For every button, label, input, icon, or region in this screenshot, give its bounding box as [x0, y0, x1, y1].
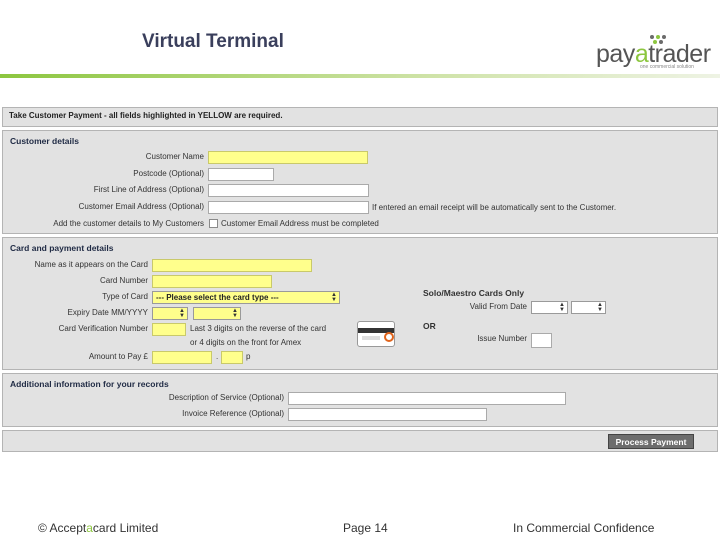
customer-name-label: Customer Name [145, 152, 204, 161]
customer-name-input[interactable] [208, 151, 368, 164]
postcode-input[interactable] [208, 168, 274, 181]
address-input[interactable] [208, 184, 369, 197]
amount-label: Amount to Pay £ [88, 352, 148, 361]
dropdown-arrows-icon: ▲ ▼ [179, 308, 185, 319]
email-input[interactable] [208, 201, 369, 214]
amount-pence-label: p [246, 352, 251, 361]
solo-maestro-title: Solo/Maestro Cards Only [423, 288, 525, 298]
or-label: OR [423, 321, 436, 331]
add-to-customers-note: Customer Email Address must be completed [221, 219, 379, 228]
valid-from-month-select[interactable]: ▲ ▼ [531, 301, 568, 314]
form-header-bar: Take Customer Payment - all fields highl… [2, 107, 718, 127]
footer-copyright: © Acceptacard Limited [38, 521, 159, 535]
card-number-input[interactable] [152, 275, 272, 288]
dropdown-arrows-icon: ▲ ▼ [597, 302, 603, 313]
valid-from-year-select[interactable]: ▲ ▼ [571, 301, 606, 314]
issue-number-label: Issue Number [477, 334, 527, 343]
additional-info-title: Additional information for your records [10, 379, 169, 389]
dropdown-arrows-icon: ▲ ▼ [559, 302, 565, 313]
expiry-label: Expiry Date MM/YYYY [67, 308, 148, 317]
amount-separator: . [216, 352, 219, 361]
footer-page-number: Page 14 [343, 521, 388, 535]
slide-title: Virtual Terminal [142, 31, 284, 52]
card-name-input[interactable] [152, 259, 312, 272]
payatrader-logo: payatrader one commercial solution [596, 34, 711, 72]
valid-from-label: Valid From Date [469, 302, 527, 311]
amount-pence-input[interactable] [221, 351, 243, 364]
dropdown-arrows-icon: ▲ ▼ [331, 292, 337, 303]
green-divider [0, 74, 720, 78]
cvn-hint-1: Last 3 digits on the reverse of the card [190, 324, 327, 333]
dropdown-arrows-icon: ▲ ▼ [232, 308, 238, 319]
amount-pounds-input[interactable] [152, 351, 212, 364]
card-cvv-icon [357, 321, 395, 347]
add-to-customers-label: Add the customer details to My Customers [53, 219, 204, 228]
form-instructions: Take Customer Payment - all fields highl… [9, 111, 283, 120]
expiry-year-select[interactable]: ▲ ▼ [193, 307, 241, 320]
card-type-label: Type of Card [102, 292, 148, 301]
card-number-label: Card Number [99, 276, 148, 285]
card-details-title: Card and payment details [10, 243, 114, 253]
invoice-label: Invoice Reference (Optional) [182, 409, 284, 418]
address-label: First Line of Address (Optional) [93, 185, 204, 194]
issue-number-input[interactable] [531, 333, 552, 348]
logo-tagline: one commercial solution [640, 64, 694, 70]
description-label: Description of Service (Optional) [168, 393, 284, 402]
process-payment-button[interactable]: Process Payment [608, 434, 694, 449]
invoice-input[interactable] [288, 408, 487, 421]
email-label: Customer Email Address (Optional) [78, 202, 204, 211]
cvn-input[interactable] [152, 323, 186, 336]
expiry-month-select[interactable]: ▲ ▼ [152, 307, 188, 320]
footer-confidential: In Commercial Confidence [513, 521, 655, 535]
postcode-label: Postcode (Optional) [133, 169, 204, 178]
card-name-label: Name as it appears on the Card [34, 260, 148, 269]
description-input[interactable] [288, 392, 566, 405]
card-type-value: --- Please select the card type --- [156, 293, 279, 302]
cvn-hint-2: or 4 digits on the front for Amex [190, 338, 302, 347]
card-details-panel: Card and payment details [2, 237, 718, 370]
add-to-customers-checkbox[interactable] [209, 219, 218, 228]
email-receipt-note: If entered an email receipt will be auto… [372, 203, 617, 212]
customer-details-title: Customer details [10, 136, 79, 146]
cvn-label: Card Verification Number [58, 324, 148, 333]
card-type-select[interactable]: --- Please select the card type --- ▲ ▼ [152, 291, 340, 304]
